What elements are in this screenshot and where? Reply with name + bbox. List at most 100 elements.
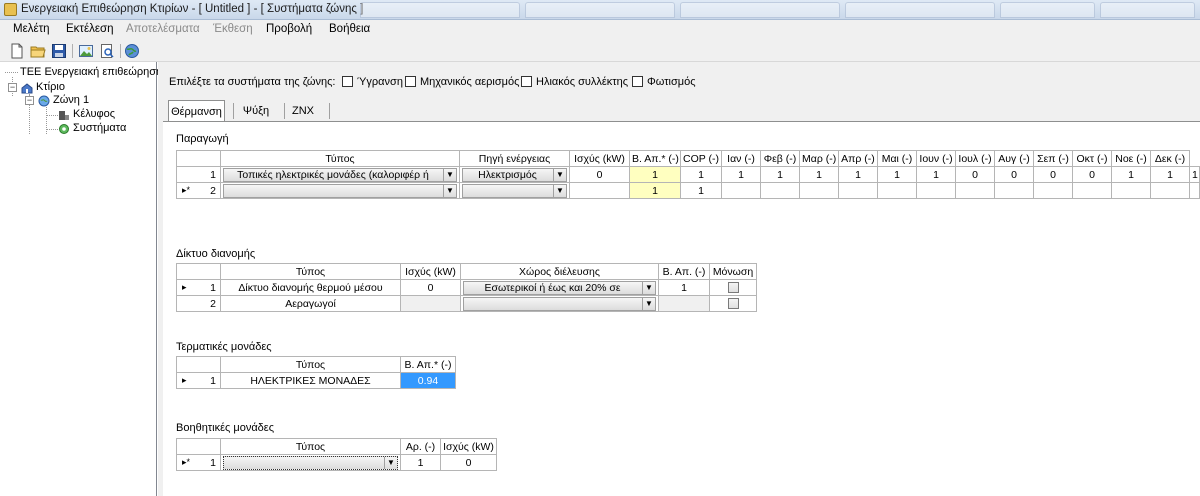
month-cell[interactable]: 1 xyxy=(1189,166,1200,183)
globe-icon[interactable] xyxy=(124,43,140,59)
insulation-cell[interactable] xyxy=(709,279,757,296)
checkbox-box[interactable] xyxy=(405,76,416,87)
save-icon[interactable] xyxy=(51,43,67,59)
tree-node-systems[interactable]: Συστήματα xyxy=(73,122,126,134)
menu-item-provoli[interactable]: Προβολή xyxy=(266,23,312,35)
efficiency-cell[interactable]: 1 xyxy=(629,166,681,183)
checkbox-box[interactable] xyxy=(342,76,353,87)
production-type-cell[interactable]: ▼ xyxy=(220,182,460,199)
month-cell[interactable] xyxy=(838,182,878,199)
energy-source-dropdown[interactable]: ▼ xyxy=(462,183,567,198)
month-cell[interactable] xyxy=(916,182,956,199)
power-cell[interactable] xyxy=(400,295,461,312)
menu-item-ektelesi[interactable]: Εκτέλεση xyxy=(66,23,113,35)
energy-source-cell[interactable]: Ηλεκτρισμός ▼ xyxy=(459,166,570,183)
month-cell[interactable] xyxy=(994,182,1034,199)
month-cell[interactable]: 1 xyxy=(877,166,917,183)
menu-item-meleti[interactable]: Μελέτη xyxy=(13,23,50,35)
open-folder-icon[interactable] xyxy=(30,43,46,59)
new-file-icon[interactable] xyxy=(9,43,25,59)
month-cell[interactable]: 1 xyxy=(1150,166,1190,183)
lighting-checkbox[interactable]: Φωτισμός xyxy=(632,76,696,88)
insulation-checkbox[interactable] xyxy=(727,298,739,310)
month-cell[interactable]: 1 xyxy=(799,166,839,183)
expand-toggle[interactable]: − xyxy=(25,96,34,105)
chevron-down-icon[interactable]: ▼ xyxy=(443,168,456,181)
row-header[interactable]: ▸* 2 xyxy=(176,182,221,199)
row-header[interactable]: ▸ 1 xyxy=(176,279,221,296)
month-cell[interactable]: 0 xyxy=(1033,166,1073,183)
month-cell[interactable]: 1 xyxy=(760,166,800,183)
month-cell[interactable] xyxy=(955,182,995,199)
passage-space-cell[interactable]: Εσωτερικοί ή έως και 20% σε ▼ xyxy=(460,279,659,296)
passage-space-dropdown[interactable]: Εσωτερικοί ή έως και 20% σε ▼ xyxy=(463,280,656,295)
production-type-cell[interactable]: Τοπικές ηλεκτρικές μονάδες (καλοριφέρ ή ▼ xyxy=(220,166,460,183)
menu-item-voitheia[interactable]: Βοήθεια xyxy=(329,23,370,35)
checkbox-box[interactable] xyxy=(521,76,532,87)
month-cell[interactable] xyxy=(877,182,917,199)
distribution-type-cell[interactable]: Δίκτυο διανομής θερμού μέσου xyxy=(220,279,401,296)
power-cell[interactable]: 0 xyxy=(569,166,630,183)
tree-node-building[interactable]: Κτίριο xyxy=(36,81,65,93)
efficiency-cell[interactable] xyxy=(658,295,710,312)
power-cell[interactable]: 0 xyxy=(440,454,497,471)
month-cell[interactable] xyxy=(1111,182,1151,199)
production-type-dropdown[interactable]: Τοπικές ηλεκτρικές μονάδες (καλοριφέρ ή ▼ xyxy=(223,167,457,182)
passage-space-dropdown[interactable]: ▼ xyxy=(463,296,656,311)
tab-dhw[interactable]: ΖΝΧ xyxy=(287,100,319,122)
tab-cooling[interactable]: Ψύξη xyxy=(236,100,276,122)
tab-heating[interactable]: Θέρμανση xyxy=(168,100,225,122)
image-icon[interactable] xyxy=(78,43,94,59)
efficiency-cell[interactable]: 0.94 xyxy=(400,372,456,389)
month-cell[interactable] xyxy=(1033,182,1073,199)
menu-item-apotelesmata[interactable]: Αποτελέσματα xyxy=(126,23,200,35)
passage-space-cell[interactable]: ▼ xyxy=(460,295,659,312)
row-header[interactable]: ▸* 1 xyxy=(176,454,221,471)
expand-toggle[interactable]: − xyxy=(8,83,17,92)
row-header[interactable]: ▸ 1 xyxy=(176,372,221,389)
tree-node-root[interactable]: ΤΕΕ Ενεργειακή επιθεώρηση xyxy=(20,66,162,78)
month-cell[interactable]: 1 xyxy=(1111,166,1151,183)
distribution-type-cell[interactable]: Αεραγωγοί xyxy=(220,295,401,312)
tree-node-shell[interactable]: Κέλυφος xyxy=(73,108,115,120)
checkbox-box[interactable] xyxy=(632,76,643,87)
auxiliary-type-dropdown[interactable]: ▼ xyxy=(223,455,398,470)
chevron-down-icon[interactable]: ▼ xyxy=(642,281,655,294)
row-header[interactable]: 1 xyxy=(176,166,221,183)
chevron-down-icon[interactable]: ▼ xyxy=(443,184,456,197)
energy-source-cell[interactable]: ▼ xyxy=(459,182,570,199)
month-cell[interactable] xyxy=(1150,182,1190,199)
efficiency-cell[interactable]: 1 xyxy=(629,182,681,199)
terminal-type-cell[interactable]: ΗΛΕΚΤΡΙΚΕΣ ΜΟΝΑΔΕΣ xyxy=(220,372,401,389)
humidification-checkbox[interactable]: Ύγρανση xyxy=(342,76,403,88)
chevron-down-icon[interactable]: ▼ xyxy=(553,184,566,197)
month-cell[interactable]: 0 xyxy=(1072,166,1112,183)
tree-node-zone[interactable]: Ζώνη 1 xyxy=(53,94,89,106)
energy-source-dropdown[interactable]: Ηλεκτρισμός ▼ xyxy=(462,167,567,182)
power-cell[interactable] xyxy=(569,182,630,199)
menu-item-ekthesi[interactable]: Έκθεση xyxy=(213,23,253,35)
insulation-checkbox[interactable] xyxy=(727,282,739,294)
month-cell[interactable] xyxy=(1072,182,1112,199)
month-cell[interactable]: 0 xyxy=(994,166,1034,183)
month-cell[interactable]: 0 xyxy=(955,166,995,183)
month-cell[interactable] xyxy=(760,182,800,199)
auxiliary-type-cell[interactable]: ▼ xyxy=(220,454,401,471)
chevron-down-icon[interactable]: ▼ xyxy=(384,456,397,469)
month-cell[interactable] xyxy=(1189,182,1200,199)
mechanical-ventilation-checkbox[interactable]: Μηχανικός αερισμός xyxy=(405,76,519,88)
efficiency-cell[interactable]: 1 xyxy=(658,279,710,296)
count-cell[interactable]: 1 xyxy=(400,454,441,471)
solar-collector-checkbox[interactable]: Ηλιακός συλλέκτης xyxy=(521,76,628,88)
power-cell[interactable]: 0 xyxy=(400,279,461,296)
insulation-cell[interactable] xyxy=(709,295,757,312)
month-cell[interactable] xyxy=(799,182,839,199)
month-cell[interactable]: 1 xyxy=(721,166,761,183)
chevron-down-icon[interactable]: ▼ xyxy=(642,297,655,310)
month-cell[interactable] xyxy=(721,182,761,199)
cop-cell[interactable]: 1 xyxy=(680,182,722,199)
production-type-dropdown[interactable]: ▼ xyxy=(223,183,457,198)
chevron-down-icon[interactable]: ▼ xyxy=(553,168,566,181)
month-cell[interactable]: 1 xyxy=(916,166,956,183)
cop-cell[interactable]: 1 xyxy=(680,166,722,183)
